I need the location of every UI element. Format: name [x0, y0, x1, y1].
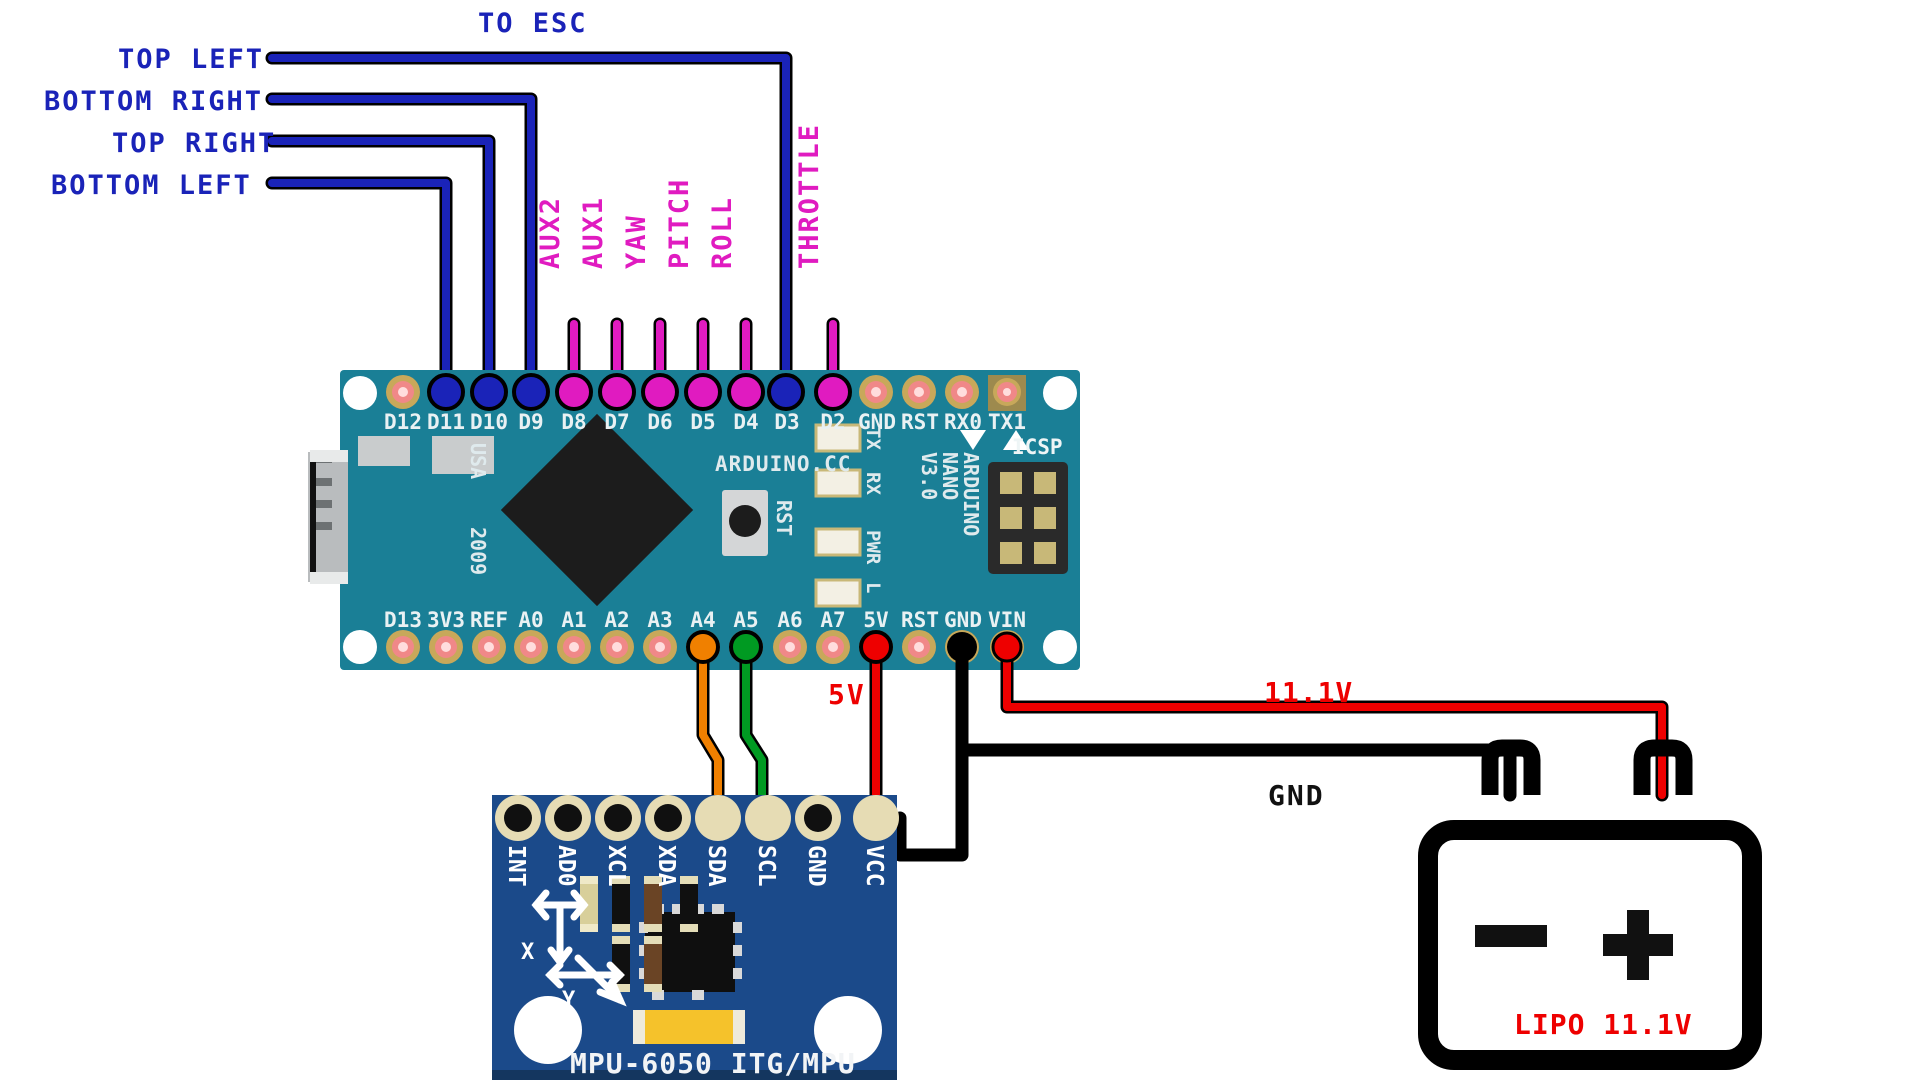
- receiver-label-roll: ROLL: [707, 195, 738, 269]
- battery-name-label: LIPO 11.1V: [1514, 1008, 1693, 1041]
- mpu-pin-label-sda: SDA: [703, 845, 729, 887]
- receiver-label-yaw: YAW: [621, 214, 652, 269]
- mpu-board-name: MPU-6050 ITG/MPU: [570, 1047, 856, 1080]
- battery-positive-wire: [991, 631, 1669, 802]
- led-label-l: L: [862, 582, 884, 594]
- receiver-label-aux1: AUX1: [578, 195, 609, 269]
- esc-label-bottom-right: BOTTOM RIGHT: [44, 86, 264, 117]
- mpu-pin-label-vcc: VCC: [861, 845, 887, 887]
- mpu-pin-label-gnd: GND: [803, 845, 829, 887]
- pin-label-a4: A4: [690, 608, 716, 632]
- pin-label-rx0: RX0: [944, 410, 982, 434]
- arduino-country-silk: USA: [466, 443, 490, 480]
- pin-label-a2: A2: [604, 608, 630, 632]
- wiring-diagram-canvas: TO ESC TOP LEFT BOTTOM RIGHT TOP RIGHT B…: [0, 0, 1920, 1080]
- pin-label-d12: D12: [384, 410, 422, 434]
- sda-wire: [686, 630, 725, 825]
- mpu-pin-label-xcl: XCL: [603, 845, 629, 887]
- receiver-label-pitch: PITCH: [664, 177, 695, 269]
- pin-label-d11: D11: [427, 410, 465, 434]
- pin-label-a1: A1: [561, 608, 587, 632]
- pin-label-d4: D4: [733, 410, 759, 434]
- ground-annotation: GND: [1268, 779, 1325, 812]
- pin-label-3v3: 3V3: [427, 608, 465, 632]
- mpu-pin-label-scl: SCL: [753, 845, 779, 887]
- pin-label-rst-bottom: RST: [901, 608, 939, 632]
- mpu-axis-label-y: Y: [562, 988, 576, 1013]
- pin-label-a0: A0: [518, 608, 544, 632]
- pin-label-d9: D9: [518, 410, 544, 434]
- pin-label-d5: D5: [690, 410, 716, 434]
- led-label-rx: RX: [862, 472, 884, 495]
- esc-label-top-left: TOP LEFT: [118, 44, 265, 75]
- mpu-pin-label-int: INT: [503, 845, 529, 887]
- esc-label-bottom-left: BOTTOM LEFT: [51, 170, 252, 201]
- pin-label-a7: A7: [820, 608, 846, 632]
- receiver-label-aux2: AUX2: [535, 195, 566, 269]
- led-label-pwr: PWR: [862, 530, 884, 565]
- mpu-pin-label-ad0: AD0: [553, 845, 579, 887]
- diagram-svg: [265, 51, 1762, 1080]
- pin-label-d2: D2: [820, 410, 846, 434]
- pin-label-a3: A3: [647, 608, 673, 632]
- pin-label-ref: REF: [470, 608, 508, 632]
- arduino-name-line2: NANO: [938, 452, 962, 501]
- arduino-year-silk: 2009: [466, 527, 490, 576]
- pin-label-d3: D3: [774, 410, 800, 434]
- mpu-axis-label-x: X: [521, 940, 535, 965]
- arduino-name-line3: V3.0: [917, 452, 941, 501]
- pin-label-d8: D8: [561, 410, 587, 434]
- five-volt-annotation: 5V: [828, 678, 866, 711]
- pin-label-d7: D7: [604, 410, 630, 434]
- pin-label-a5: A5: [733, 608, 759, 632]
- to-esc-header: TO ESC: [478, 8, 588, 39]
- battery-voltage-annotation: 11.1V: [1264, 676, 1354, 709]
- mpu-pin-label-xda: XDA: [653, 845, 679, 887]
- pin-label-gnd-bottom: GND: [944, 608, 982, 632]
- pin-label-a6: A6: [777, 608, 803, 632]
- pin-label-d10: D10: [470, 410, 508, 434]
- arduino-reset-silk: RST: [772, 500, 796, 537]
- pin-label-d6: D6: [647, 410, 673, 434]
- icsp-label: ICSP: [1012, 435, 1063, 459]
- pin-label-tx1: TX1: [988, 410, 1026, 434]
- receiver-label-throttle: THROTTLE: [794, 122, 825, 269]
- pin-label-rst-top: RST: [901, 410, 939, 434]
- pin-label-vin: VIN: [988, 608, 1026, 632]
- led-label-tx: TX: [862, 427, 884, 450]
- mpu6050-board: [492, 795, 899, 1080]
- esc-label-top-right: TOP RIGHT: [112, 128, 277, 159]
- pin-label-5v: 5V: [863, 608, 889, 632]
- pin-label-d13: D13: [384, 608, 422, 632]
- arduino-brand-silk: ARDUINO.CC: [715, 452, 852, 476]
- arduino-name-line1: ARDUINO: [959, 452, 983, 537]
